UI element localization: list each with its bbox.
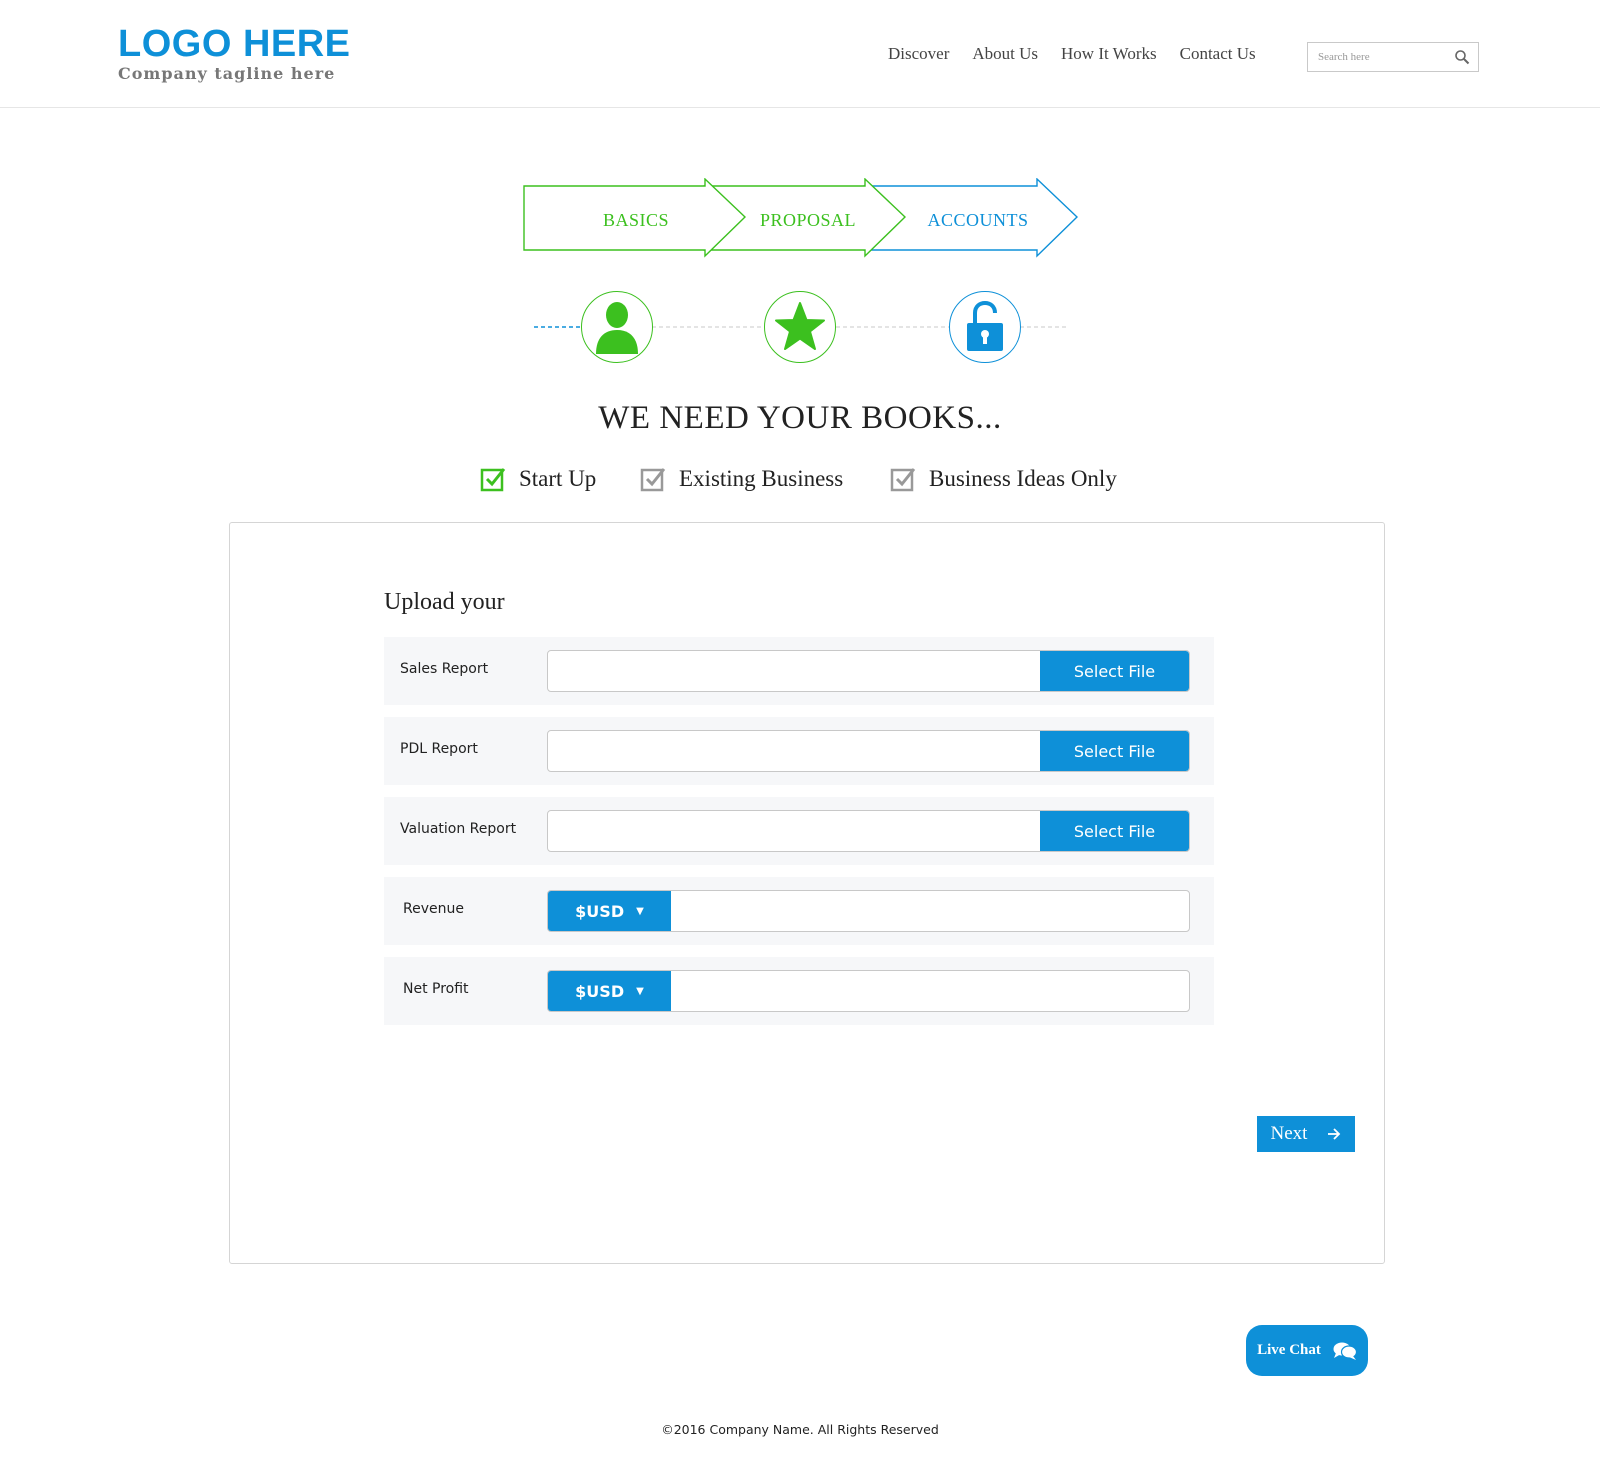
step-label-basics[interactable]: BASICS	[566, 210, 706, 231]
live-chat-label: Live Chat	[1257, 1342, 1321, 1358]
option-business-ideas-only[interactable]: Business Ideas Only	[890, 466, 1117, 492]
field-label: Net Profit	[403, 981, 469, 997]
file-field: Select File	[547, 650, 1190, 692]
valuation-report-file-input[interactable]	[548, 811, 1041, 851]
nav-contact-us[interactable]: Contact Us	[1180, 44, 1256, 64]
money-field: $USD ▼	[547, 890, 1190, 932]
checkbox-icon	[890, 468, 916, 492]
unlock-icon	[967, 301, 1003, 351]
pdl-report-file-input[interactable]	[548, 731, 1041, 771]
option-existing-business[interactable]: Existing Business	[640, 466, 843, 492]
next-button[interactable]: Next	[1257, 1116, 1355, 1152]
sales-report-file-input[interactable]	[548, 651, 1041, 691]
pdl-report-row: PDL Report Select File	[384, 717, 1214, 785]
main-nav: Discover About Us How It Works Contact U…	[888, 44, 1256, 64]
form-title: Upload your	[384, 589, 505, 615]
sales-report-row: Sales Report Select File	[384, 637, 1214, 705]
field-label: Revenue	[403, 901, 464, 917]
option-label: Business Ideas Only	[929, 466, 1117, 491]
nav-about-us[interactable]: About Us	[972, 44, 1038, 64]
select-file-button[interactable]: Select File	[1040, 731, 1189, 771]
next-label: Next	[1270, 1123, 1308, 1144]
user-icon	[596, 302, 638, 354]
caret-down-icon: ▼	[636, 985, 644, 997]
field-label: Sales Report	[400, 661, 489, 677]
currency-select[interactable]: $USD ▼	[548, 891, 671, 931]
currency-value: $USD	[575, 901, 625, 921]
search-icon[interactable]	[1454, 49, 1470, 65]
select-file-button[interactable]: Select File	[1040, 651, 1189, 691]
nav-discover[interactable]: Discover	[888, 44, 949, 64]
revenue-input[interactable]	[671, 891, 1189, 931]
net-profit-input[interactable]	[671, 971, 1189, 1011]
option-label: Start Up	[519, 466, 597, 491]
step-label-proposal[interactable]: PROPOSAL	[738, 210, 878, 231]
checkbox-icon	[640, 468, 666, 492]
nav-how-it-works[interactable]: How It Works	[1061, 44, 1157, 64]
logo-text: LOGO HERE	[118, 23, 351, 65]
page-heading: WE NEED YOUR BOOKS...	[598, 400, 1002, 436]
select-file-button[interactable]: Select File	[1040, 811, 1189, 851]
option-start-up[interactable]: Start Up	[480, 466, 596, 492]
currency-value: $USD	[575, 981, 625, 1001]
live-chat-button[interactable]: Live Chat	[1246, 1325, 1368, 1376]
revenue-row: Revenue $USD ▼	[384, 877, 1214, 945]
upload-form-card: Upload your Sales Report Select File PDL…	[229, 522, 1385, 1264]
search-input[interactable]	[1308, 43, 1448, 71]
logo[interactable]: LOGO HERE Company tagline here	[118, 24, 351, 83]
step-icon-proposal[interactable]	[764, 291, 836, 363]
company-tagline: Company tagline here	[118, 64, 336, 83]
option-label: Existing Business	[679, 466, 844, 491]
valuation-report-row: Valuation Report Select File	[384, 797, 1214, 865]
star-icon	[775, 302, 825, 350]
step-icon-accounts[interactable]	[949, 291, 1021, 363]
arrow-right-icon	[1328, 1128, 1341, 1140]
currency-select[interactable]: $USD ▼	[548, 971, 671, 1011]
footer-copyright: ©2016 Company Name. All Rights Reserved	[661, 1422, 939, 1437]
step-icon-basics[interactable]	[581, 291, 653, 363]
search-box	[1307, 42, 1479, 72]
field-label: PDL Report	[400, 741, 478, 757]
chat-bubbles-icon	[1333, 1342, 1357, 1360]
caret-down-icon: ▼	[636, 905, 644, 917]
file-field: Select File	[547, 730, 1190, 772]
field-label: Valuation Report	[400, 821, 517, 837]
site-header: LOGO HERE Company tagline here Discover …	[0, 0, 1600, 108]
net-profit-row: Net Profit $USD ▼	[384, 957, 1214, 1025]
step-label-accounts[interactable]: ACCOUNTS	[908, 210, 1048, 231]
money-field: $USD ▼	[547, 970, 1190, 1012]
checkbox-checked-icon	[480, 468, 506, 492]
file-field: Select File	[547, 810, 1190, 852]
